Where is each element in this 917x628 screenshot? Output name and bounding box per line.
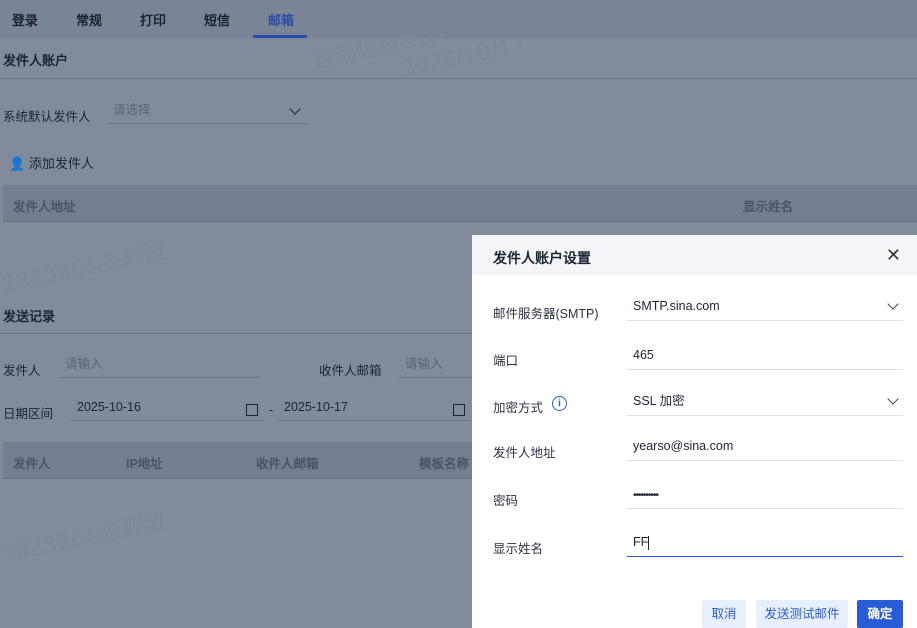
- confirm-button[interactable]: 确定: [857, 600, 903, 628]
- default-sender-label: 系统默认发件人: [3, 110, 91, 124]
- tab-general[interactable]: 常规: [76, 10, 102, 29]
- calendar-icon[interactable]: [453, 404, 465, 416]
- chevron-down-icon: [289, 103, 301, 115]
- watermark: 232386&&邓波: [0, 508, 169, 569]
- close-icon[interactable]: ✕: [886, 246, 901, 264]
- log-table-header: 发件人 IP地址 收件人邮箱 模板名称: [3, 442, 472, 479]
- cancel-button[interactable]: 取消: [702, 600, 746, 628]
- settings-tabs: 登录 常规 打印 短信 邮箱: [0, 0, 917, 38]
- sender-address-input[interactable]: yearso@sina.com: [627, 435, 903, 461]
- watermark: 2025/10/17: [398, 32, 529, 83]
- calendar-icon[interactable]: [246, 404, 258, 416]
- chevron-down-icon: [887, 298, 899, 310]
- tab-login[interactable]: 登录: [12, 10, 38, 29]
- chevron-down-icon: [887, 393, 899, 405]
- divider: [0, 78, 917, 79]
- dialog-header: 发件人账户设置 ✕: [472, 235, 917, 275]
- display-name-input[interactable]: FF: [627, 531, 903, 557]
- password-label: 密码: [493, 494, 519, 508]
- tab-sms[interactable]: 短信: [204, 10, 230, 29]
- sender-filter-input[interactable]: 请输入: [59, 354, 259, 378]
- active-tab-indicator: [253, 35, 307, 38]
- info-icon[interactable]: i: [552, 396, 567, 411]
- dialog-title: 发件人账户设置: [493, 250, 591, 266]
- display-name-label: 显示姓名: [493, 542, 544, 556]
- date-separator: -: [269, 403, 274, 417]
- smtp-label: 邮件服务器(SMTP): [493, 307, 599, 321]
- encryption-select[interactable]: SSL 加密: [627, 390, 903, 416]
- tab-email[interactable]: 邮箱: [268, 10, 294, 29]
- date-range-label: 日期区间: [3, 407, 54, 421]
- section-title: 发件人账户: [3, 53, 69, 68]
- recipient-filter-input[interactable]: 请输入: [399, 354, 472, 378]
- sender-address-label: 发件人地址: [493, 446, 556, 460]
- password-input[interactable]: ••••••••••: [627, 483, 903, 509]
- date-to-input[interactable]: 2025-10-17: [278, 397, 471, 421]
- section-title: 发送记录: [3, 309, 56, 324]
- text-cursor: [648, 535, 650, 550]
- sender-filter-label: 发件人: [3, 364, 41, 378]
- port-label: 端口: [493, 354, 519, 368]
- date-from-input[interactable]: 2025-10-16: [71, 397, 264, 421]
- sender-table-header: 发件人地址 显示姓名: [3, 185, 917, 222]
- add-sender-button[interactable]: 👤 添加发件人: [9, 153, 94, 172]
- watermark: 232386&&邓波: [0, 238, 169, 299]
- add-user-icon: 👤: [9, 156, 26, 171]
- send-test-email-button[interactable]: 发送测试邮件: [756, 600, 848, 628]
- smtp-select[interactable]: SMTP.sina.com: [627, 295, 903, 321]
- default-sender-select[interactable]: 请选择: [107, 100, 307, 124]
- encryption-label: 加密方式: [493, 401, 544, 415]
- recipient-filter-label: 收件人邮箱: [319, 364, 382, 378]
- tab-print[interactable]: 打印: [140, 10, 166, 29]
- port-input[interactable]: 465: [627, 344, 903, 370]
- sender-account-dialog: 发件人账户设置 ✕ 邮件服务器(SMTP) SMTP.sina.com 端口 4…: [472, 235, 917, 628]
